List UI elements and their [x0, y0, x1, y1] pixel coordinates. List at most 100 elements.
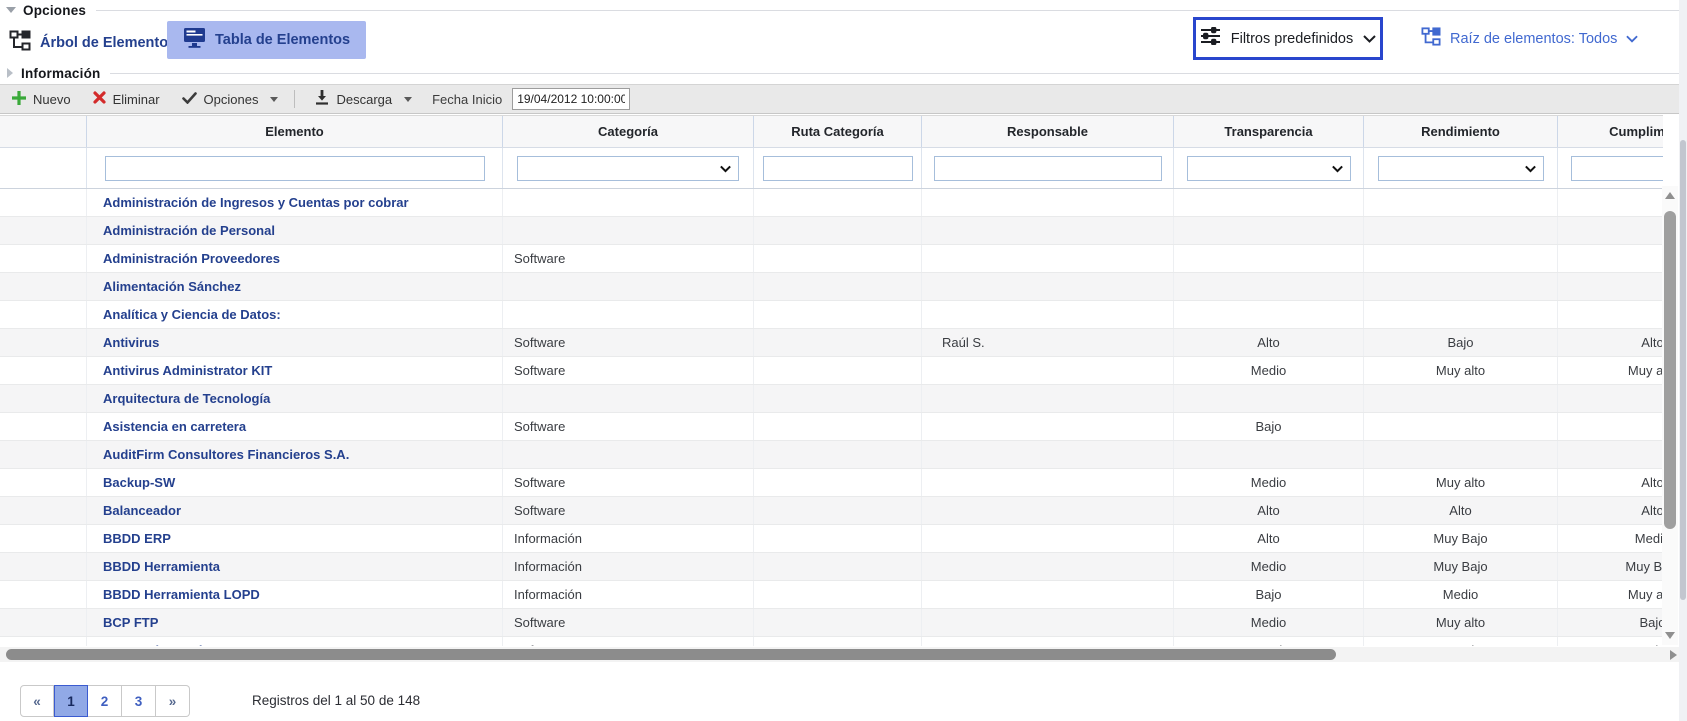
eliminar-label: Eliminar	[113, 92, 160, 107]
scroll-right-icon[interactable]	[1670, 650, 1677, 660]
transparencia-cell	[1173, 217, 1363, 244]
cumplimiento-cell: Alto	[1557, 497, 1663, 524]
rendimiento-cell	[1363, 385, 1557, 412]
eliminar-button[interactable]: Eliminar	[93, 91, 160, 107]
column-header-elemento[interactable]: Elemento	[86, 116, 502, 147]
categoria-cell: Software	[502, 609, 753, 636]
element-link[interactable]: BCP NodoApache	[103, 643, 214, 646]
expand-arrow-icon[interactable]	[7, 68, 13, 78]
transparencia-cell	[1173, 189, 1363, 216]
element-link[interactable]: Balanceador	[103, 503, 181, 518]
element-link[interactable]: Alimentación Sánchez	[103, 279, 241, 294]
column-header-categoria[interactable]: Categoría	[502, 116, 753, 147]
divider	[96, 10, 1687, 11]
cumplimiento-cell: Alto	[1557, 469, 1663, 496]
rendimiento-cell: Alto	[1363, 497, 1557, 524]
opciones-menu-button[interactable]: Opciones	[182, 92, 279, 107]
row-selector-cell	[0, 301, 86, 328]
element-link[interactable]: Arquitectura de Tecnología	[103, 391, 270, 406]
element-link[interactable]: BBDD Herramienta LOPD	[103, 587, 260, 602]
column-header-ruta-categoria[interactable]: Ruta Categoría	[753, 116, 921, 147]
collapse-arrow-icon[interactable]	[6, 7, 16, 13]
rendimiento-cell	[1363, 441, 1557, 468]
pagination-page-1[interactable]: 1	[54, 685, 88, 717]
filtros-predefinidos-button[interactable]: Filtros predefinidos	[1193, 17, 1383, 60]
row-selector-cell	[0, 497, 86, 524]
filter-select-transparencia[interactable]	[1187, 156, 1351, 181]
filter-select-rendimiento[interactable]	[1378, 156, 1544, 181]
element-link[interactable]: Administración Proveedores	[103, 251, 280, 266]
cumplimiento-cell	[1557, 273, 1663, 300]
element-link[interactable]: Antivirus Administrator KIT	[103, 363, 272, 378]
row-selector-cell	[0, 385, 86, 412]
pagination-page-2[interactable]: 2	[88, 685, 122, 717]
element-link[interactable]: Administración de Ingresos y Cuentas por…	[103, 195, 409, 210]
scroll-up-icon[interactable]	[1665, 192, 1675, 199]
element-link[interactable]: Antivirus	[103, 335, 159, 350]
rendimiento-cell	[1363, 245, 1557, 272]
categoria-cell: Información	[502, 525, 753, 552]
elemento-cell: BBDD ERP	[86, 525, 502, 552]
scroll-down-icon[interactable]	[1665, 632, 1675, 639]
row-selector-cell	[0, 189, 86, 216]
filter-input-elemento[interactable]	[105, 156, 485, 181]
transparencia-cell: Alto	[1173, 329, 1363, 356]
element-link[interactable]: AuditFirm Consultores Financieros S.A.	[103, 447, 349, 462]
table-row: Asistencia en carreteraSoftwareBajo	[0, 413, 1663, 441]
vertical-scrollbar[interactable]	[1662, 186, 1678, 645]
elemento-cell: BBDD Herramienta LOPD	[86, 581, 502, 608]
elemento-cell: Administración Proveedores	[86, 245, 502, 272]
page-scrollbar[interactable]	[1679, 0, 1687, 721]
table-row: Antivirus Administrator KITSoftwareMedio…	[0, 357, 1663, 385]
vertical-scrollbar-thumb[interactable]	[1664, 211, 1676, 529]
ruta-categoria-cell	[753, 469, 921, 496]
pagination-page-3[interactable]: 3	[122, 685, 156, 717]
tab-tabla-de-elementos[interactable]: Tabla de Elementos	[167, 21, 366, 59]
responsable-cell	[921, 301, 1173, 328]
cumplimiento-cell	[1557, 217, 1663, 244]
categoria-cell	[502, 441, 753, 468]
element-link[interactable]: Analítica y Ciencia de Datos:	[103, 307, 281, 322]
filter-input-ruta-categoria[interactable]	[763, 156, 913, 181]
responsable-cell	[921, 441, 1173, 468]
transparencia-cell: Bajo	[1173, 413, 1363, 440]
filter-cell-selector	[0, 148, 86, 188]
fecha-inicio-input[interactable]	[512, 88, 630, 110]
column-header-responsable[interactable]: Responsable	[921, 116, 1173, 147]
filter-select-categoria[interactable]	[517, 156, 739, 181]
section-informacion-label[interactable]: Información	[21, 66, 100, 81]
section-opciones: Opciones	[0, 1, 1687, 19]
element-link[interactable]: Administración de Personal	[103, 223, 275, 238]
elemento-cell: BCP NodoApache	[86, 637, 502, 646]
element-link[interactable]: BBDD Herramienta	[103, 559, 220, 574]
row-selector-cell	[0, 609, 86, 636]
element-link[interactable]: Backup-SW	[103, 475, 175, 490]
column-header-transparencia[interactable]: Transparencia	[1173, 116, 1363, 147]
horizontal-scrollbar-thumb[interactable]	[6, 649, 1336, 660]
cumplimiento-cell: Bajo	[1557, 609, 1663, 636]
element-link[interactable]: BBDD ERP	[103, 531, 171, 546]
filter-select-cumplimiento[interactable]	[1571, 156, 1664, 181]
tab-arbol-de-elementos[interactable]: Árbol de Elementos	[9, 28, 176, 58]
tree-icon	[9, 30, 31, 56]
chevron-down-icon	[1363, 30, 1376, 48]
nuevo-label: Nuevo	[33, 92, 71, 107]
pagination-prev-button[interactable]: «	[20, 685, 54, 717]
descarga-button[interactable]: Descarga	[315, 90, 412, 108]
nuevo-button[interactable]: Nuevo	[12, 91, 71, 108]
divider	[110, 73, 1687, 74]
column-header-cumplimiento[interactable]: Cumplimiento	[1557, 116, 1663, 147]
element-link[interactable]: Asistencia en carretera	[103, 419, 246, 434]
page-scrollbar-thumb[interactable]	[1680, 140, 1686, 600]
responsable-cell	[921, 497, 1173, 524]
column-header-rendimiento[interactable]: Rendimiento	[1363, 116, 1557, 147]
ruta-categoria-cell	[753, 385, 921, 412]
elemento-cell: Antivirus Administrator KIT	[86, 357, 502, 384]
filter-input-responsable[interactable]	[934, 156, 1162, 181]
horizontal-scrollbar[interactable]	[0, 647, 1687, 662]
categoria-cell: Información	[502, 581, 753, 608]
section-opciones-label[interactable]: Opciones	[23, 3, 86, 18]
element-link[interactable]: BCP FTP	[103, 615, 158, 630]
pagination-next-button[interactable]: »	[156, 685, 190, 717]
raiz-de-elementos-selector[interactable]: Raíz de elementos: Todos	[1421, 18, 1638, 60]
